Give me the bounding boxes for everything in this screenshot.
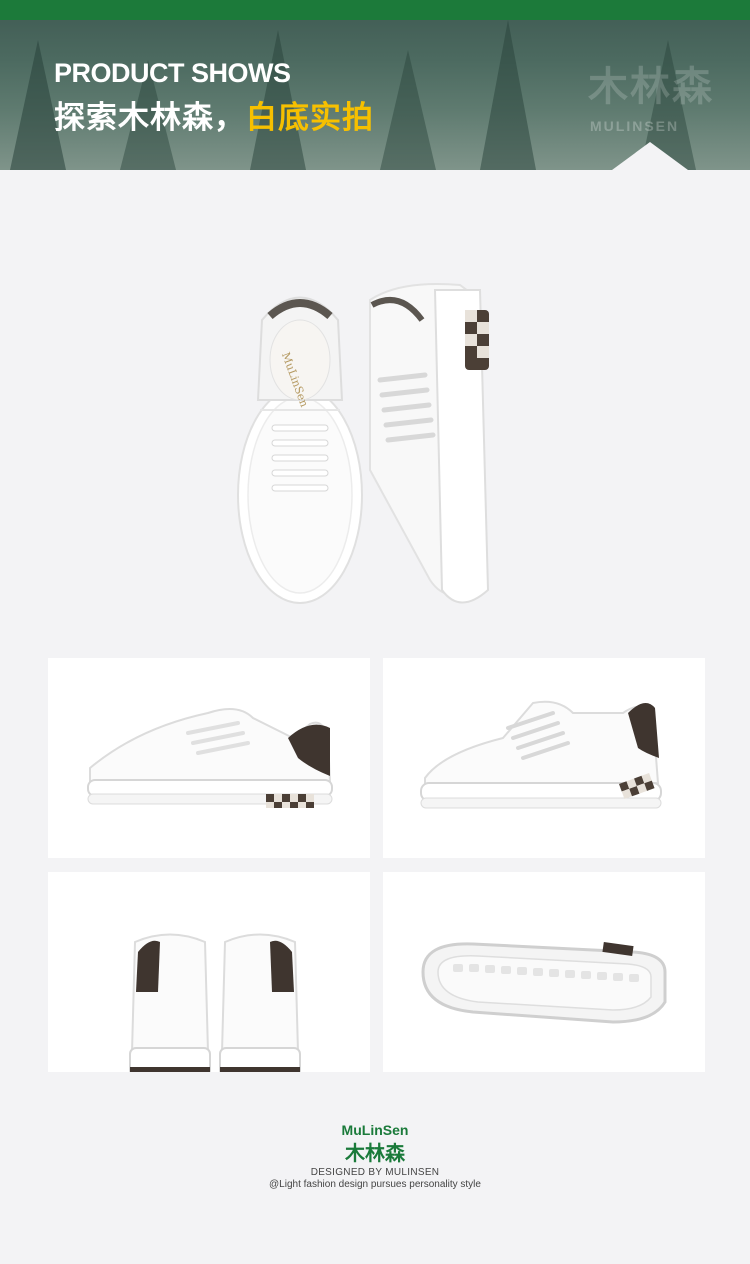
shoe-side-inner-illustration (420, 700, 662, 809)
hero-shoe-pair-photo: MuLinSen (0, 170, 750, 650)
shoe-outsole-illustration (421, 941, 667, 1024)
brand-watermark-cn: 木林森 (588, 65, 714, 109)
title-cn-plain: 探索木林森， (54, 100, 246, 135)
shoe-top-view: MuLinSen (237, 296, 363, 604)
section-title-en: PRODUCT SHOWS (54, 58, 291, 88)
shoe-back-illustration (129, 933, 301, 1077)
footer-tagline-style: @Light fashion design pursues personalit… (269, 1179, 481, 1190)
photo-outsole-view (383, 872, 705, 1072)
photo-back-view (48, 872, 370, 1077)
header-banner: PRODUCT SHOWS 探索木林森，白底实拍 木林森 MULINSEN (0, 0, 750, 170)
shoe-pair-illustration: MuLinSen (237, 283, 490, 604)
tree-shape (380, 50, 436, 170)
tree-shape (480, 20, 536, 170)
footer-brand-en: MuLinSen (341, 1122, 409, 1138)
brand-watermark-en: MULINSEN (590, 118, 680, 134)
banner-notch (612, 142, 688, 170)
title-cn-highlight: 白底实拍 (246, 100, 374, 135)
header-top-stripe (0, 0, 750, 20)
section-title-cn: 探索木林森，白底实拍 (54, 92, 374, 137)
shoe-side-left-illustration (87, 708, 333, 808)
footer-brand-cn: 木林森 (345, 1143, 405, 1165)
footer-tagline-designed: DESIGNED BY MULINSEN (310, 1167, 440, 1178)
shoe-angled-view (369, 283, 490, 604)
photo-side-view-inner (383, 658, 705, 858)
photo-side-view-left (48, 658, 370, 858)
